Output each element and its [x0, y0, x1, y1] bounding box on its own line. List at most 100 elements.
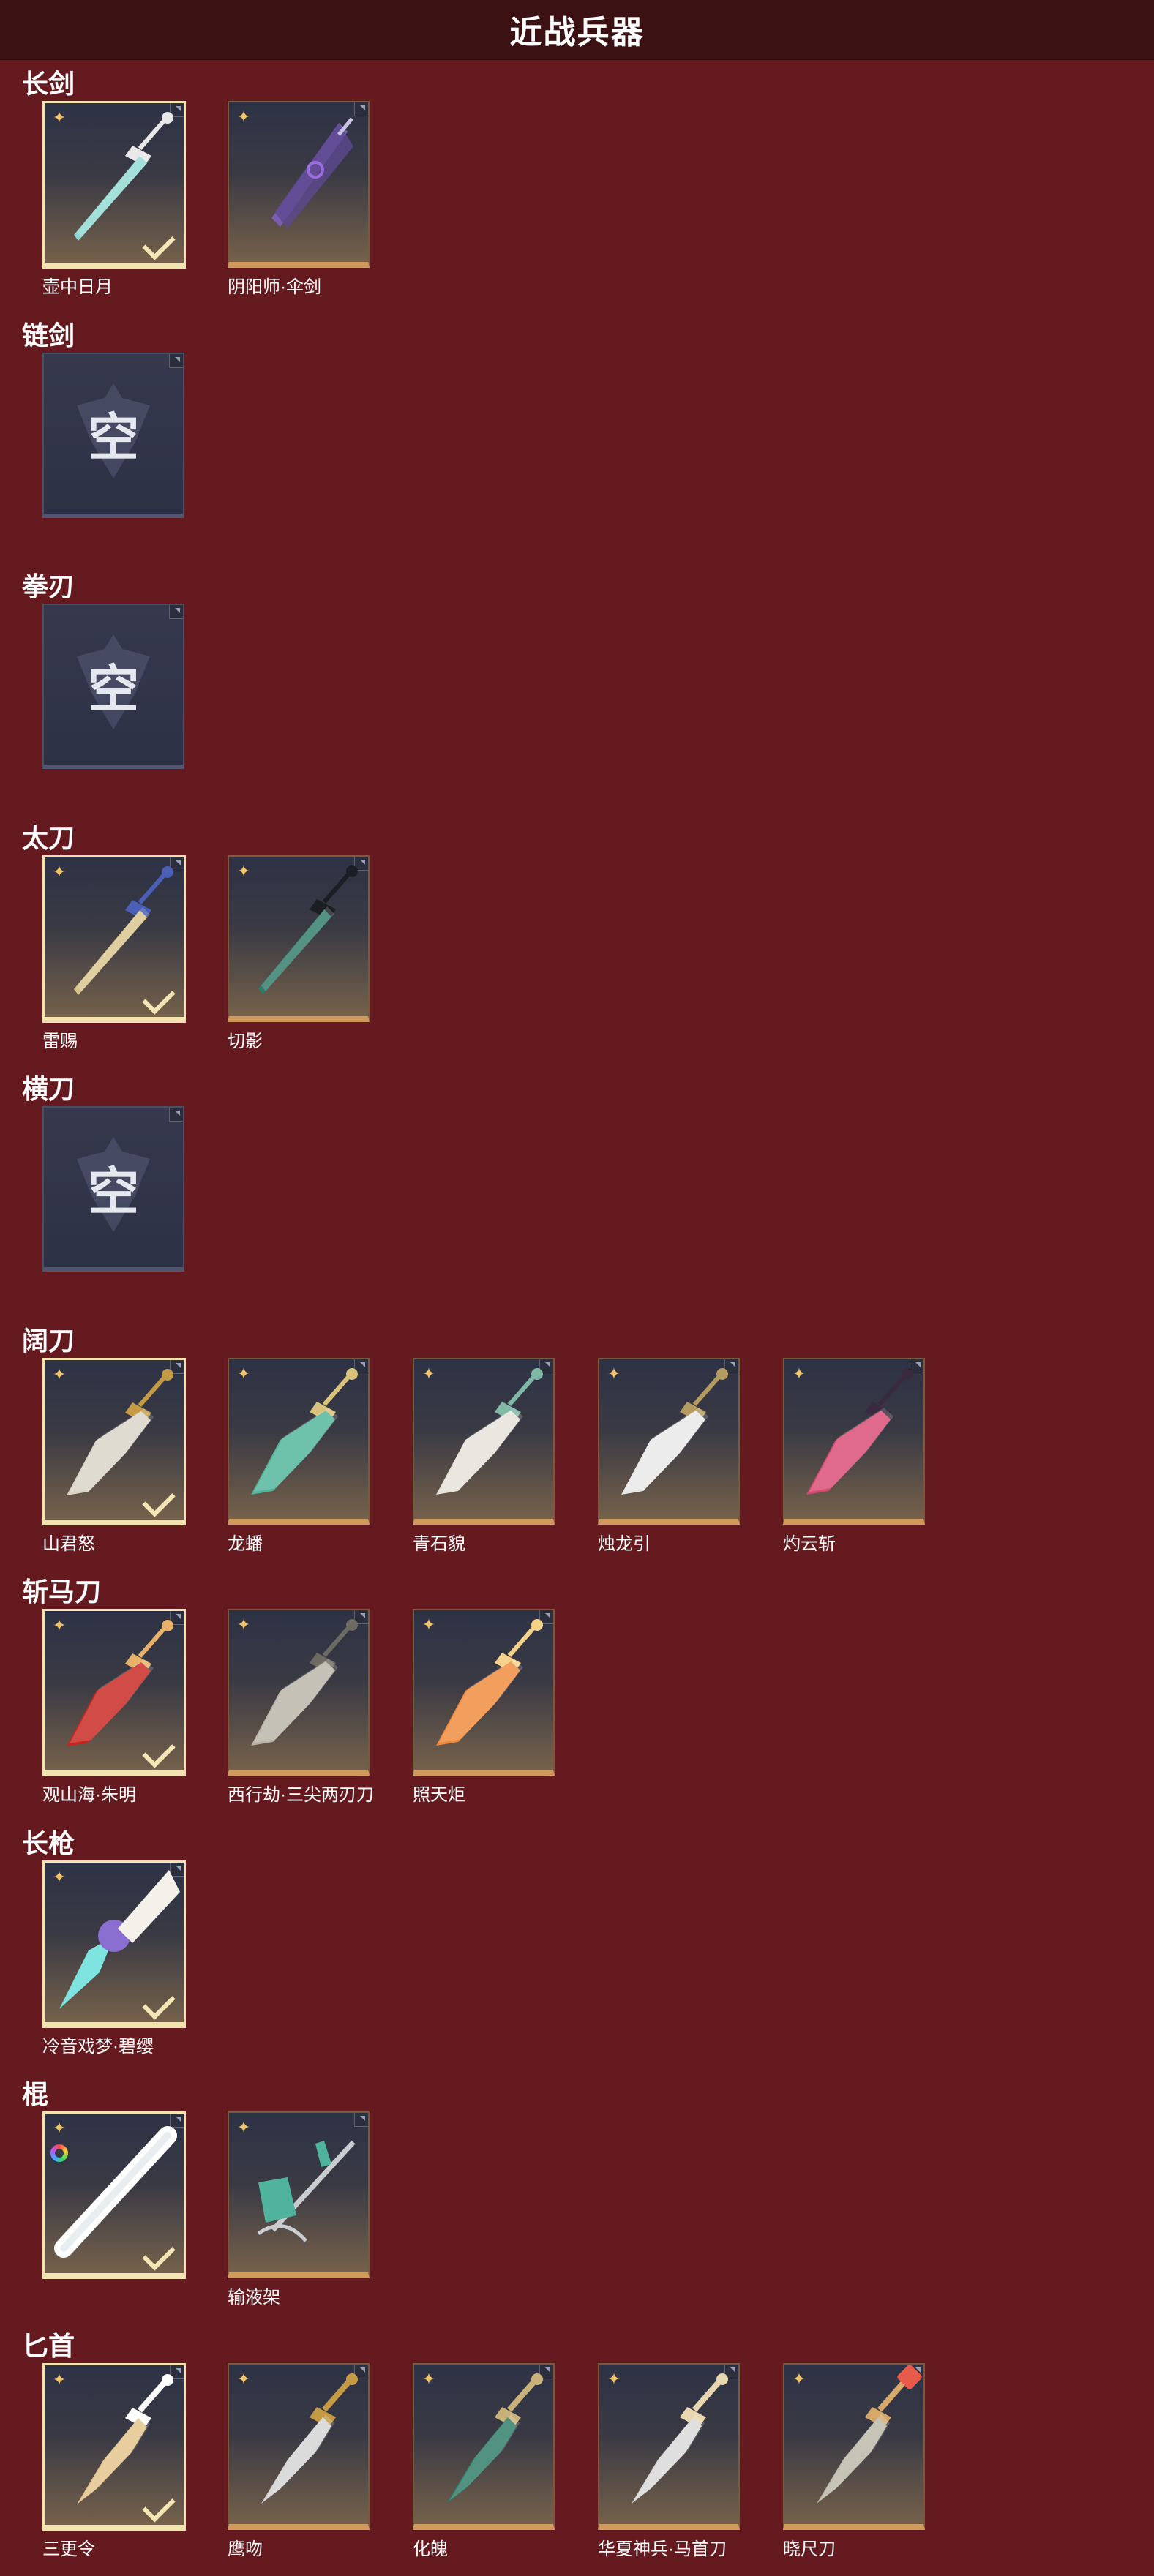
weapon-slot[interactable]: ✦晓尺刀 [783, 2363, 925, 2528]
weapon-name: 切影 [228, 1026, 263, 1052]
empty-slot-label: 空 [44, 1108, 183, 1267]
weapon-name: 龙蟠 [228, 1529, 263, 1555]
weapon-image [229, 1359, 368, 1519]
weapon-art-shape [74, 866, 173, 995]
weapon-card[interactable]: ✦ [228, 855, 370, 1022]
weapon-slot[interactable]: ✦ [42, 2111, 184, 2277]
rank-star-icon: ✦ [790, 1365, 808, 1383]
weapon-card[interactable]: ✦ [598, 1358, 740, 1525]
weapon-slot[interactable]: ✦雷赐 [42, 855, 184, 1021]
weapon-card[interactable]: ✦ [42, 101, 186, 269]
weapon-art-shape [806, 1368, 913, 1495]
weapon-slot[interactable]: ✦灼云斩 [783, 1358, 925, 1523]
weapon-card[interactable]: ✦ [413, 1358, 555, 1525]
weapon-slot[interactable]: ✦化魄 [413, 2363, 555, 2528]
rank-star-icon: ✦ [235, 1365, 252, 1383]
empty-slot-label: 空 [44, 354, 183, 514]
weapon-name: 三更令 [42, 2534, 95, 2560]
weapon-slot[interactable]: ✦烛龙引 [598, 1358, 740, 1523]
empty-slot[interactable]: 空 [42, 604, 184, 769]
weapon-image [229, 102, 368, 262]
category-section: 匕首✦三更令✦鹰吻✦化魄✦华夏神兵·马首刀✦晓尺刀 [0, 2325, 1154, 2576]
weapon-card[interactable]: ✦ [42, 1609, 186, 1776]
rank-star-icon: ✦ [235, 1616, 252, 1634]
rank-star-icon: ✦ [50, 109, 68, 127]
weapon-card[interactable]: ✦ [42, 855, 186, 1023]
empty-slot-label: 空 [44, 605, 183, 765]
weapon-image [784, 2365, 923, 2524]
weapon-name: 输液架 [228, 2283, 280, 2308]
weapon-card[interactable]: ✦ [413, 1609, 555, 1776]
weapon-name: 青石貌 [413, 1529, 465, 1555]
weapon-slot[interactable]: ✦青石貌 [413, 1358, 555, 1523]
rank-star-icon: ✦ [420, 2370, 438, 2388]
category-title: 拳刃 [22, 566, 75, 604]
weapon-slot[interactable]: ✦壶中日月 [42, 101, 184, 266]
category-title: 斩马刀 [22, 1571, 101, 1609]
category-title: 太刀 [22, 817, 75, 855]
weapon-card[interactable]: ✦ [42, 1860, 186, 2028]
weapon-card[interactable]: ✦ [783, 2363, 925, 2530]
rank-star-icon: ✦ [235, 2370, 252, 2388]
weapon-image [414, 1359, 553, 1519]
weapon-art-shape [436, 1619, 543, 1746]
weapon-image [229, 2365, 368, 2524]
weapon-slot[interactable]: ✦切影 [228, 855, 370, 1021]
weapon-card[interactable]: ✦ [598, 2363, 740, 2530]
weapon-slot[interactable]: ✦阴阳师·伞剑 [228, 101, 370, 266]
weapon-image [229, 2113, 368, 2272]
weapon-card[interactable]: ✦ [42, 2111, 186, 2279]
category-title: 横刀 [22, 1068, 75, 1106]
weapon-slot[interactable]: ✦山君怒 [42, 1358, 184, 1523]
rank-star-icon: ✦ [235, 2119, 252, 2136]
empty-card[interactable]: 空 [42, 353, 184, 518]
weapon-image [599, 1359, 738, 1519]
weapon-name: 灼云斩 [783, 1529, 836, 1555]
weapon-slot[interactable]: ✦西行劫·三尖两刃刀 [228, 1609, 370, 1774]
rank-star-icon: ✦ [50, 2119, 68, 2137]
weapon-image [229, 1610, 368, 1770]
weapon-slot[interactable]: ✦观山海·朱明 [42, 1609, 184, 1774]
rank-star-icon: ✦ [50, 863, 68, 881]
weapon-art-shape [64, 2136, 168, 2248]
weapon-card[interactable]: ✦ [42, 2363, 186, 2531]
category-section: 斩马刀✦观山海·朱明✦西行劫·三尖两刃刀✦照天炬 [0, 1571, 1154, 1822]
rank-star-icon: ✦ [605, 1365, 623, 1383]
weapon-card[interactable]: ✦ [42, 1358, 186, 1525]
weapon-name: 壶中日月 [42, 272, 113, 298]
weapon-name: 雷赐 [42, 1026, 78, 1052]
weapon-image [229, 857, 368, 1016]
weapon-card[interactable]: ✦ [228, 101, 370, 268]
weapon-card[interactable]: ✦ [228, 2111, 370, 2278]
weapon-art-shape [258, 865, 358, 994]
weapon-name: 晓尺刀 [783, 2534, 836, 2560]
weapon-card[interactable]: ✦ [228, 2363, 370, 2530]
empty-slot[interactable]: 空 [42, 1106, 184, 1272]
weapon-card[interactable]: ✦ [228, 1609, 370, 1776]
weapon-slot[interactable]: ✦冷音戏梦·碧缨 [42, 1860, 184, 2026]
weapon-name: 照天炬 [413, 1780, 465, 1806]
weapon-card[interactable]: ✦ [783, 1358, 925, 1525]
weapon-slot[interactable]: ✦输液架 [228, 2111, 370, 2277]
page-title: 近战兵器 [510, 6, 645, 53]
weapon-card[interactable]: ✦ [413, 2363, 555, 2530]
rank-star-icon: ✦ [50, 1617, 68, 1634]
empty-card[interactable]: 空 [42, 1106, 184, 1272]
weapon-name: 冷音戏梦·碧缨 [42, 2032, 154, 2057]
category-section: 链剑空 [0, 315, 1154, 566]
weapon-image [414, 2365, 553, 2524]
weapon-art-shape [74, 112, 173, 241]
weapon-slot[interactable]: ✦鹰吻 [228, 2363, 370, 2528]
weapon-art-shape [632, 2373, 728, 2504]
weapon-card[interactable]: ✦ [228, 1358, 370, 1525]
category-section: 长剑✦壶中日月✦阴阳师·伞剑 [0, 63, 1154, 315]
rank-star-icon: ✦ [420, 1616, 438, 1634]
weapon-slot[interactable]: ✦三更令 [42, 2363, 184, 2528]
empty-slot[interactable]: 空 [42, 353, 184, 518]
empty-card[interactable]: 空 [42, 604, 184, 769]
weapon-slot[interactable]: ✦华夏神兵·马首刀 [598, 2363, 740, 2528]
weapon-art-shape [817, 2373, 913, 2504]
weapon-image [414, 1610, 553, 1770]
weapon-slot[interactable]: ✦龙蟠 [228, 1358, 370, 1523]
weapon-slot[interactable]: ✦照天炬 [413, 1609, 555, 1774]
